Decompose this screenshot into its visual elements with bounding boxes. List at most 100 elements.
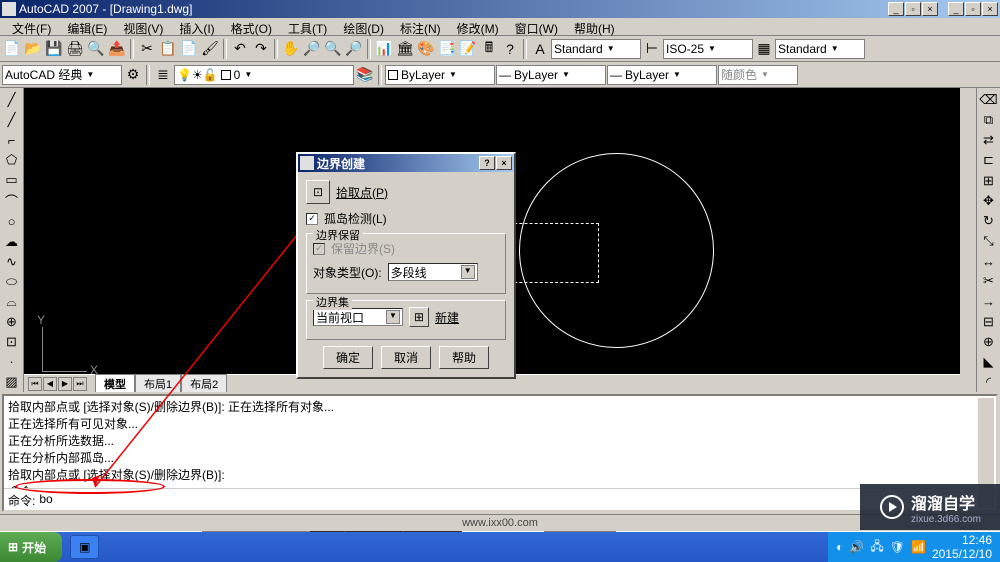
start-button[interactable]: ⊞ 开始 [0,532,62,562]
paste-icon[interactable]: 📄 [179,39,199,59]
linetype-select[interactable]: —ByLayer▼ [496,65,606,85]
menu-view[interactable]: 视图(V) [115,18,171,35]
properties-icon[interactable]: 📊 [374,39,394,59]
doc-minimize-button[interactable]: _ [948,2,964,16]
tab-next-icon[interactable]: ▶ [58,377,72,391]
command-input[interactable]: bo [39,492,52,509]
textstyle-icon[interactable]: A [530,39,550,59]
rectangle-icon[interactable]: ▭ [2,171,22,189]
menu-format[interactable]: 格式(O) [223,18,280,35]
save-icon[interactable]: 💾 [44,39,64,59]
calc-icon[interactable]: 🖩 [479,39,499,59]
new-boundary-label[interactable]: 新建 [435,309,459,326]
menu-tools[interactable]: 工具(T) [280,18,335,35]
toolpalettes-icon[interactable]: 🎨 [416,39,436,59]
tab-layout1[interactable]: 布局1 [135,374,181,392]
dialog-titlebar[interactable]: 边界创建 ? × [298,154,514,172]
copy-obj-icon[interactable]: ⧉ [979,111,999,129]
pick-points-label[interactable]: 拾取点(P) [336,184,388,201]
textstyle-select[interactable]: Standard▼ [551,39,641,59]
color-select[interactable]: ByLayer▼ [385,65,495,85]
menu-dimension[interactable]: 标注(N) [392,18,449,35]
tray-icon[interactable]: 📶 [911,540,926,554]
scale-icon[interactable]: ⤡ [979,232,999,250]
menu-edit[interactable]: 编辑(E) [59,18,115,35]
copy-icon[interactable]: 📋 [158,39,178,59]
cut-icon[interactable]: ✂ [137,39,157,59]
ok-button[interactable]: 确定 [323,346,373,369]
zoom-rt-icon[interactable]: 🔎 [302,39,322,59]
chamfer-icon[interactable]: ◣ [979,353,999,371]
restore-button[interactable]: ▫ [905,2,921,16]
move-icon[interactable]: ✥ [979,192,999,210]
erase-icon[interactable]: ⌫ [979,91,999,109]
xline-icon[interactable]: ╱ [2,111,22,129]
doc-close-button[interactable]: × [982,2,998,16]
break-icon[interactable]: ⊟ [979,313,999,331]
tablestyle-select[interactable]: Standard▼ [775,39,865,59]
help-icon[interactable]: ? [500,39,520,59]
tray-icon[interactable]: 🖧 [870,537,883,558]
island-detect-checkbox[interactable]: ✓ [306,213,318,225]
line-icon[interactable]: ╱ [2,91,22,109]
rotate-icon[interactable]: ↻ [979,212,999,230]
boundary-set-select[interactable]: 当前视口▼ [313,308,403,326]
command-input-row[interactable]: 命令: bo [4,488,996,512]
open-icon[interactable]: 📂 [23,39,43,59]
lineweight-select[interactable]: —ByLayer▼ [607,65,717,85]
offset-icon[interactable]: ⊏ [979,151,999,169]
ellipse-arc-icon[interactable]: ⌓ [2,293,22,311]
spline-icon[interactable]: ∿ [2,253,22,271]
mirror-icon[interactable]: ⇄ [979,131,999,149]
circle-icon[interactable]: ○ [2,212,22,230]
help-button[interactable]: 帮助 [439,346,489,369]
new-icon[interactable]: 📄 [2,39,22,59]
dimstyle-select[interactable]: ISO-25▼ [663,39,753,59]
tab-model[interactable]: 模型 [95,374,135,392]
designcenter-icon[interactable]: 🏛 [395,39,415,59]
menu-insert[interactable]: 插入(I) [171,18,222,35]
print-icon[interactable]: 🖨 [65,39,85,59]
fillet-icon[interactable]: ◜ [979,373,999,391]
insert-icon[interactable]: ⊕ [2,313,22,331]
publish-icon[interactable]: 📤 [107,39,127,59]
layer-manager-icon[interactable]: ≣ [153,65,173,85]
layer-select[interactable]: 💡 ☀ 🔓 0 ▼ [174,65,354,85]
dimstyle-icon[interactable]: ⊢ [642,39,662,59]
tab-layout2[interactable]: 布局2 [181,374,227,392]
revcloud-icon[interactable]: ☁ [2,232,22,250]
menu-window[interactable]: 窗口(W) [507,18,566,35]
minimize-button[interactable]: _ [888,2,904,16]
stretch-icon[interactable]: ↔ [979,252,999,270]
sheet-icon[interactable]: 📑 [437,39,457,59]
new-boundary-icon[interactable]: ⊞ [409,307,429,327]
pline-icon[interactable]: ⌐ [2,131,22,149]
menu-help[interactable]: 帮助(H) [566,18,623,35]
cancel-button[interactable]: 取消 [381,346,431,369]
ellipse-icon[interactable]: ⬭ [2,273,22,291]
array-icon[interactable]: ⊞ [979,172,999,190]
polygon-icon[interactable]: ⬠ [2,151,22,169]
taskbar-item-autocad[interactable]: ▣ [70,535,99,559]
hatch-icon[interactable]: ▨ [2,373,22,391]
menu-file[interactable]: 文件(F) [4,18,59,35]
join-icon[interactable]: ⊕ [979,333,999,351]
tray-icon[interactable]: 🔊 [849,540,864,554]
dialog-close-button[interactable]: × [496,156,512,170]
block-icon[interactable]: ⊡ [2,333,22,351]
trim-icon[interactable]: ✂ [979,272,999,290]
doc-restore-button[interactable]: ▫ [965,2,981,16]
tab-last-icon[interactable]: ⏭ [73,377,87,391]
pan-icon[interactable]: ✋ [281,39,301,59]
point-icon[interactable]: · [2,353,22,371]
arc-icon[interactable]: ⌒ [2,191,22,210]
menu-modify[interactable]: 修改(M) [449,18,507,35]
redo-icon[interactable]: ↷ [251,39,271,59]
tray-icon[interactable]: ◐ [836,540,843,554]
close-button[interactable]: × [922,2,938,16]
tablestyle-icon[interactable]: ▦ [754,39,774,59]
tab-first-icon[interactable]: ⏮ [28,377,42,391]
dialog-help-button[interactable]: ? [479,156,495,170]
object-type-select[interactable]: 多段线▼ [388,263,478,281]
match-icon[interactable]: 🖌 [200,39,220,59]
